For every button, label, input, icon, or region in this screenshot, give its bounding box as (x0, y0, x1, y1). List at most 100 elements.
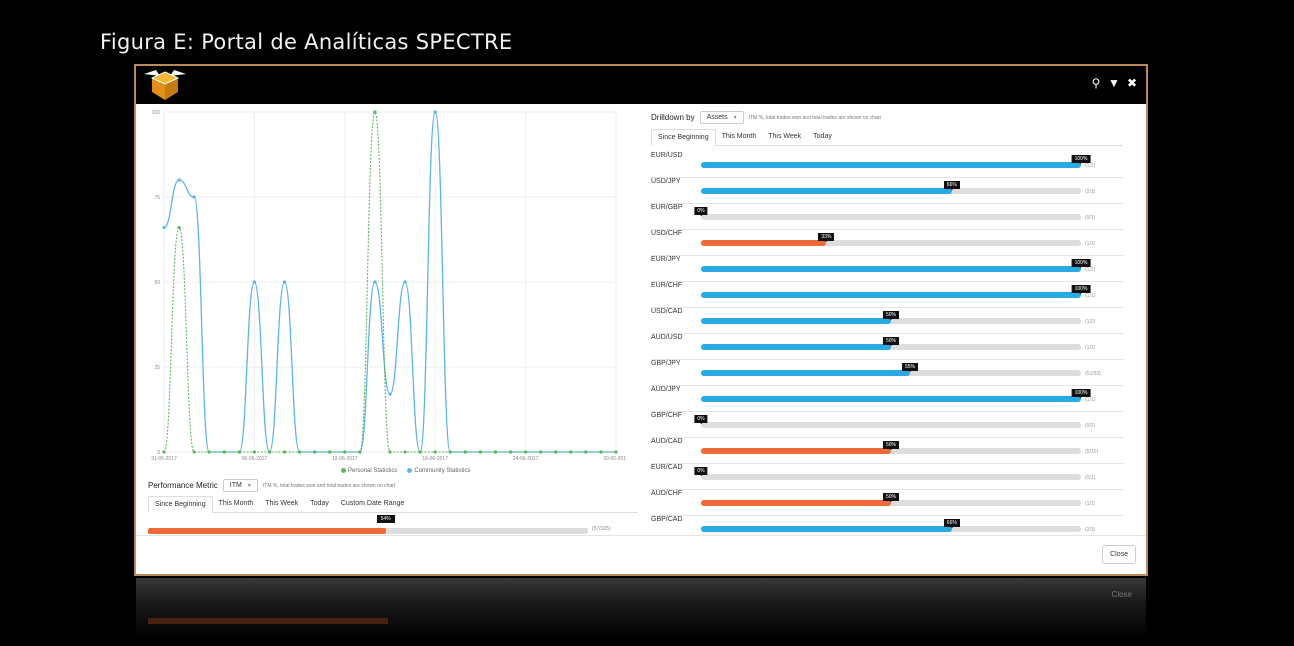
tab-this-month[interactable]: This Month (213, 496, 260, 512)
window-header: ⚲ ▼ ✖ (136, 66, 1146, 104)
y-tick-label: 75 (154, 195, 160, 201)
close-icon[interactable]: ✖ (1126, 76, 1138, 90)
asset-progress: 66% (701, 519, 1081, 532)
asset-name: USD/CHF (651, 230, 683, 237)
data-point (373, 110, 377, 114)
data-point (298, 450, 302, 454)
asset-row: AUD/CHF 50% (1/2) (651, 489, 1124, 515)
asset-progress: 0% (694, 207, 1081, 220)
tab-this-week[interactable]: This Week (259, 496, 304, 512)
asset-progress: 55% (701, 363, 1081, 376)
data-point (388, 392, 392, 396)
metric-select[interactable]: ITM ▾ (222, 479, 258, 492)
tab-today[interactable]: Today (807, 129, 838, 145)
asset-count: (1/1) (1085, 163, 1096, 169)
asset-percent-badge: 0% (694, 415, 708, 424)
asset-count: (1/2) (1085, 501, 1096, 507)
asset-percent-badge: 100% (1071, 155, 1091, 164)
asset-progress-fill (701, 370, 910, 376)
asset-percent-badge: 33% (818, 233, 835, 242)
y-tick-label: 50 (154, 280, 160, 286)
data-point (584, 450, 588, 454)
data-point (539, 450, 543, 454)
asset-name: USD/JPY (651, 178, 681, 185)
reflection-close-text: Close (1111, 590, 1132, 599)
drilldown-row: Drilldown by Assets ▾ ITM %, total trades… (651, 111, 881, 124)
asset-name: AUD/CHF (651, 490, 683, 497)
itm-line-chart: 025507510031-05-2017 06-06-2017 12-06-2017… (151, 110, 626, 462)
data-point (177, 178, 181, 182)
asset-progress: 0% (694, 415, 1081, 428)
asset-percent-badge: 0% (694, 467, 708, 476)
tab-this-month[interactable]: This Month (716, 129, 763, 145)
tab-since-beginning[interactable]: Since Beginning (148, 496, 213, 513)
asset-count: (1/2) (1085, 345, 1096, 351)
data-point (403, 450, 407, 454)
data-point (508, 450, 513, 454)
asset-progress: 100% (701, 389, 1091, 402)
asset-name: AUD/USD (651, 334, 683, 341)
drilldown-select[interactable]: Assets ▾ (699, 111, 744, 124)
reflection-bar (148, 618, 388, 624)
asset-percent-badge: 100% (1071, 259, 1091, 268)
asset-progress-fill (701, 266, 1081, 272)
asset-name: AUD/JPY (651, 386, 681, 393)
data-point (192, 195, 196, 199)
asset-progress: 100% (701, 285, 1091, 298)
data-point (328, 450, 332, 454)
asset-name: EUR/CHF (651, 282, 683, 289)
data-point (162, 226, 166, 230)
asset-progress-fill (701, 292, 1081, 298)
asset-progress: 50% (701, 441, 1081, 454)
asset-row: EUR/JPY 100% (1/1) (651, 255, 1124, 281)
download-icon[interactable]: ▼ (1108, 76, 1120, 90)
asset-percent-badge: 66% (943, 181, 960, 190)
tab-since-beginning[interactable]: Since Beginning (651, 129, 716, 146)
data-point (433, 110, 437, 114)
data-point (177, 226, 181, 230)
asset-name: EUR/JPY (651, 256, 681, 263)
data-point (569, 450, 573, 454)
data-point (554, 450, 558, 454)
tab-today[interactable]: Today (304, 496, 335, 512)
x-tick-label: 31-05-2017 (151, 456, 177, 462)
asset-row: GBP/CHF 0% (0/2) (651, 411, 1124, 437)
data-point (448, 450, 452, 454)
chart-legend: Personal Statistics Community Statistics (341, 468, 470, 474)
asset-row: GBP/CAD 66% (2/3) (651, 515, 1124, 541)
link-icon[interactable]: ⚲ (1090, 76, 1102, 90)
y-tick-label: 25 (154, 365, 160, 371)
asset-row: EUR/CHF 100% (1/1) (651, 281, 1124, 307)
tab-this-week[interactable]: This Week (762, 129, 807, 145)
asset-name: GBP/JPY (651, 360, 681, 367)
legend-personal[interactable]: Personal Statistics (341, 468, 397, 474)
asset-progress-fill (701, 318, 891, 324)
asset-name: EUR/GBP (651, 204, 683, 211)
close-button[interactable]: Close (1102, 545, 1136, 564)
asset-row: EUR/GBP 0% (0/1) (651, 203, 1124, 229)
performance-metric-row: Performance Metric ITM ▾ ITM %, total tra… (148, 479, 395, 492)
data-point (237, 450, 241, 454)
performance-progress: 54% (148, 515, 588, 534)
analytics-window: ⚲ ▼ ✖ 0 25 50 75 100 31-05-2017 06-06-2017 12-0… (134, 64, 1148, 576)
data-point (222, 450, 226, 454)
asset-count: (1/1) (1085, 293, 1096, 299)
data-point (478, 450, 482, 454)
asset-count: (1/1) (1085, 267, 1096, 273)
data-point (599, 450, 603, 454)
asset-percent-badge: 66% (943, 519, 960, 528)
data-point (614, 450, 618, 454)
asset-percent-badge: 50% (882, 337, 900, 346)
tab-custom-date-range[interactable]: Custom Date Range (335, 496, 410, 512)
asset-progress: 50% (701, 493, 1081, 506)
asset-count: (1/2) (1085, 319, 1096, 325)
metric-hint: ITM %, total trades won and total trades… (262, 482, 396, 489)
asset-progress: 100% (701, 155, 1091, 168)
asset-row: AUD/CAD 50% (5/10) (651, 437, 1124, 463)
asset-row: EUR/CAD 0% (0/1) (651, 463, 1124, 489)
data-point (524, 450, 528, 454)
asset-name: EUR/CAD (651, 464, 683, 471)
asset-percent-badge: 50% (882, 441, 900, 450)
asset-progress-fill (701, 162, 1081, 168)
legend-community[interactable]: Community Statistics (407, 468, 470, 474)
